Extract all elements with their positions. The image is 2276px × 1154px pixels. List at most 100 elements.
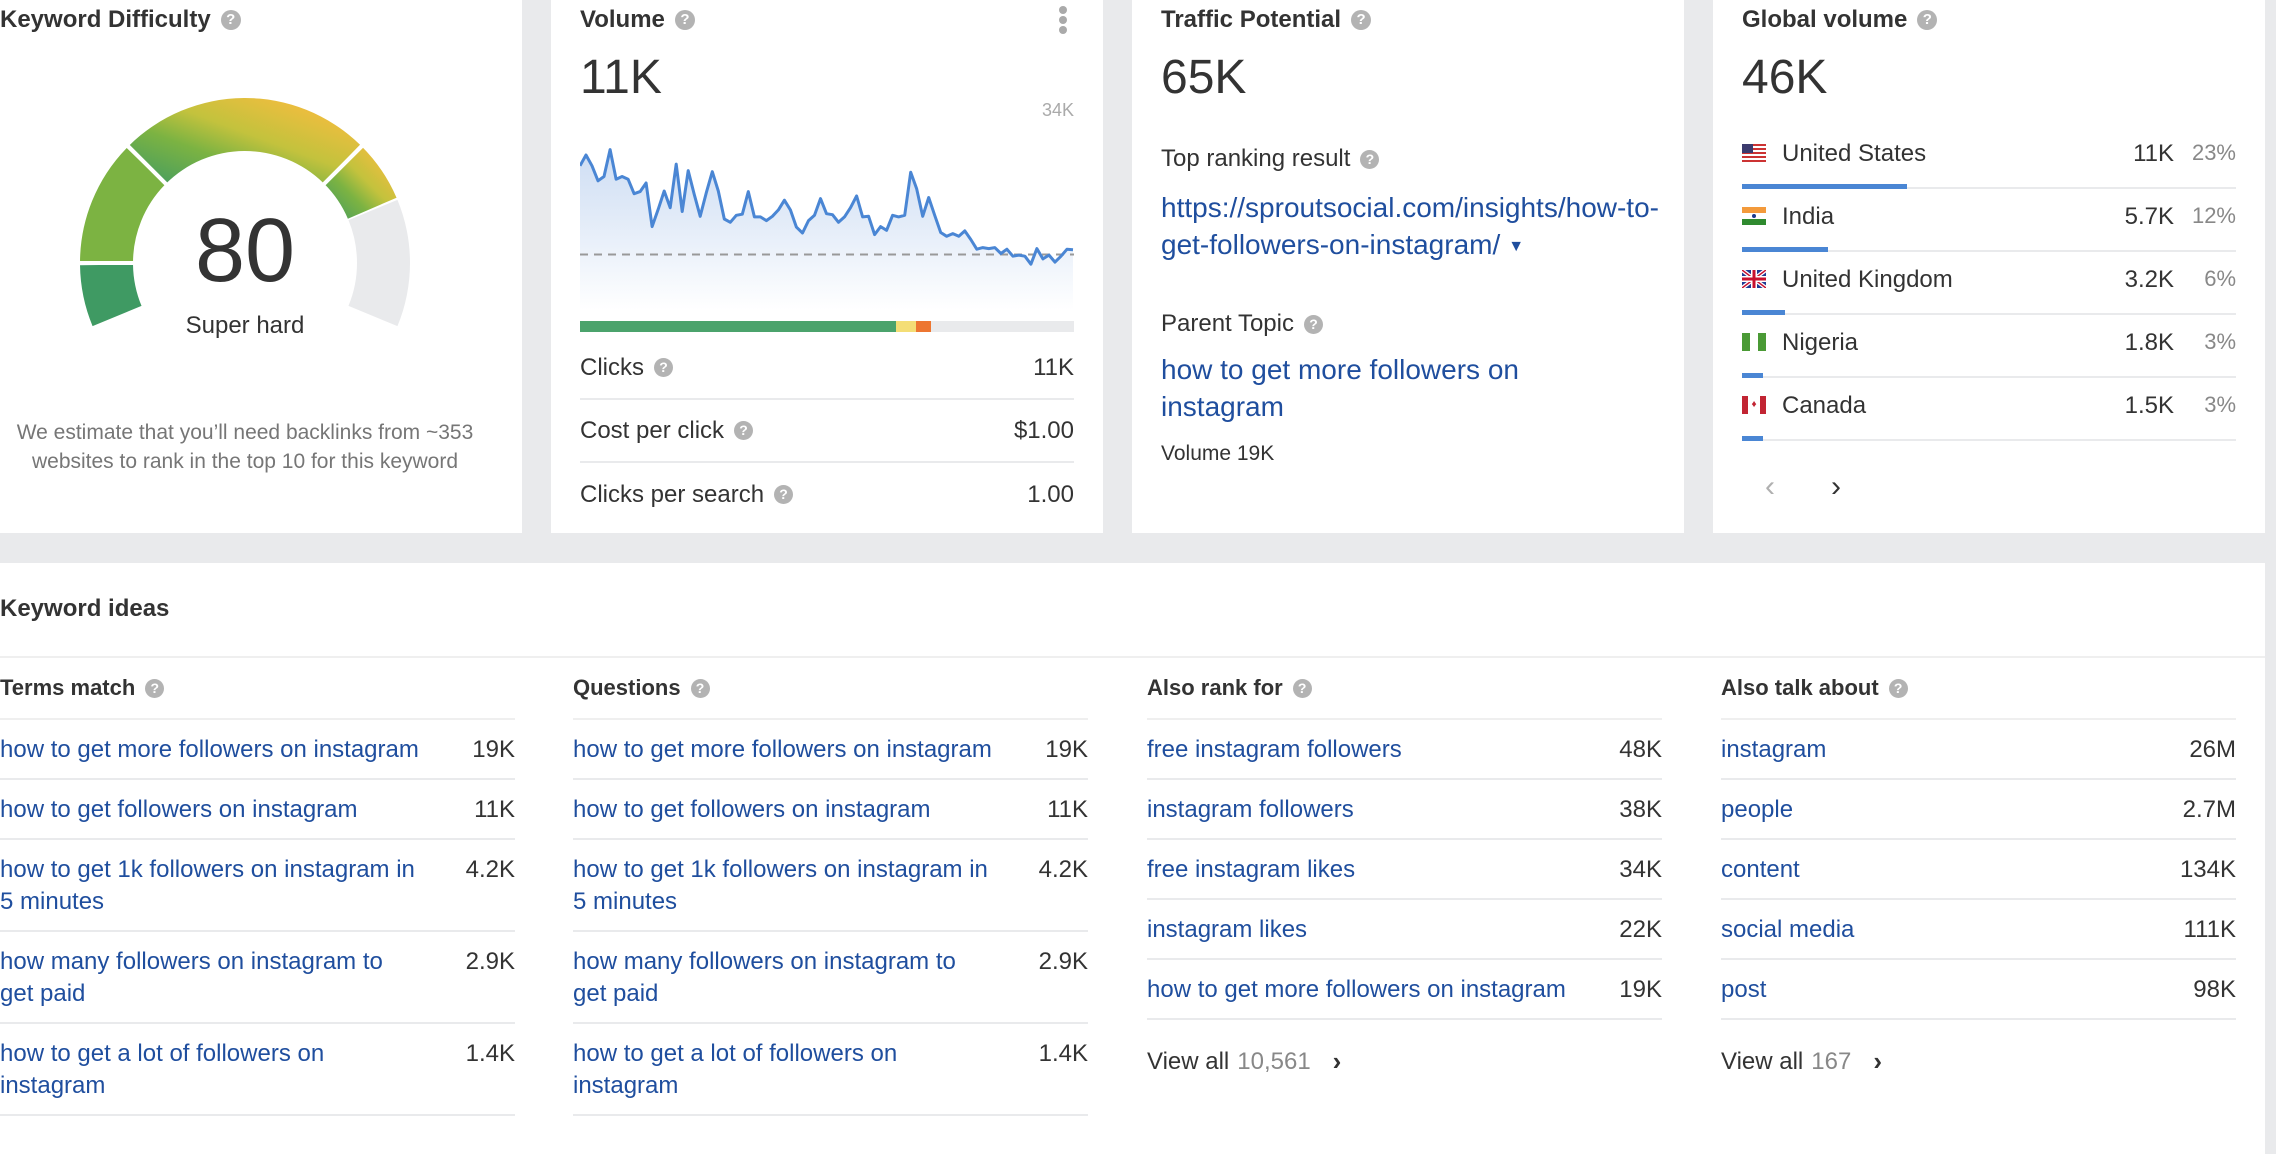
global-volume-title: Global volume ? — [1742, 6, 1938, 34]
view-all-label: View all — [1147, 1047, 1230, 1075]
keyword-link[interactable]: free instagram likes — [1147, 854, 1355, 886]
clicks-segment-other — [915, 321, 931, 332]
parent-topic-volume: Volume 19K — [1161, 442, 1275, 465]
keyword-row: how to get 1k followers on instagram in … — [573, 840, 1088, 932]
help-icon[interactable]: ? — [774, 485, 794, 504]
country-name: India — [1782, 203, 1835, 230]
keyword-link[interactable]: how to get 1k followers on instagram in … — [573, 854, 993, 918]
volume-value: 11K — [580, 51, 662, 104]
keyword-link[interactable]: how to get a lot of followers on instagr… — [0, 1038, 420, 1102]
keyword-link[interactable]: free instagram followers — [1147, 734, 1402, 766]
keyword-link[interactable]: how many followers on instagram to get p… — [0, 946, 420, 1010]
country-share: 23% — [2191, 140, 2236, 165]
country-row[interactable]: United Kingdom 3.2K 6% — [1742, 252, 2236, 315]
country-volume: 11K — [2133, 140, 2174, 167]
ideas-column-also-rank-for: Also rank for? free instagram followers 48… — [1147, 658, 1662, 1077]
traffic-potential-value: 65K — [1161, 51, 1247, 104]
keyword-link[interactable]: how to get more followers on instagram — [1147, 974, 1566, 1006]
keyword-link[interactable]: how to get more followers on instagram — [0, 734, 419, 766]
keyword-volume: 19K — [1619, 976, 1662, 1003]
more-options-icon[interactable] — [1057, 4, 1069, 36]
country-row[interactable]: India 5.7K 12% — [1742, 189, 2236, 252]
keyword-link[interactable]: how to get followers on instagram — [0, 794, 358, 826]
card-title-text: Volume — [580, 6, 665, 33]
help-icon[interactable]: ? — [734, 421, 754, 440]
keyword-volume: 4.2K — [1038, 856, 1088, 883]
chevron-right-icon[interactable]: › — [1831, 470, 1841, 504]
help-icon[interactable]: ? — [690, 678, 710, 698]
country-volume: 5.7K — [2124, 203, 2174, 230]
keyword-ideas-title: Keyword ideas — [0, 595, 170, 622]
difficulty-description: We estimate that you’ll need backlinks f… — [16, 421, 474, 473]
keyword-volume: 48K — [1619, 736, 1662, 763]
volume-card: Volume ? 11K 34K Clicks? 11K Cost per clic… — [551, 0, 1103, 533]
metric-value: 11K — [1033, 353, 1074, 381]
help-icon[interactable]: ? — [1917, 10, 1938, 30]
metric-label-text: Clicks per search — [580, 480, 765, 508]
view-all-label: View all — [1721, 1047, 1804, 1075]
country-volume: 1.8K — [2124, 329, 2174, 356]
help-icon[interactable]: ? — [1303, 314, 1323, 334]
keyword-link[interactable]: how to get more followers on instagram — [573, 734, 992, 766]
keyword-ideas-panel: Keyword ideas Terms match? how to get mor… — [0, 563, 2265, 1154]
difficulty-label: Super hard — [185, 312, 305, 339]
keyword-volume: 134K — [2179, 856, 2236, 883]
keyword-link[interactable]: how to get a lot of followers on instagr… — [573, 1038, 993, 1102]
column-heading-text: Terms match — [0, 675, 136, 700]
keyword-row: how to get 1k followers on instagram in … — [0, 840, 515, 932]
volume-title: Volume ? — [580, 6, 695, 34]
country-row[interactable]: ♦ Canada 1.5K 3% — [1742, 378, 2236, 441]
flag-gb-icon — [1742, 270, 1766, 288]
keyword-volume: 11K — [1047, 796, 1088, 823]
keyword-row: how to get followers on instagram 11K — [573, 780, 1088, 840]
column-heading-text: Also rank for — [1147, 675, 1283, 700]
help-icon[interactable]: ? — [1351, 10, 1372, 30]
keyword-row: instagram 26M — [1721, 720, 2236, 780]
view-all-button[interactable]: View all 167 › — [1721, 1046, 2236, 1077]
help-icon[interactable]: ? — [1360, 149, 1380, 169]
country-name: United States — [1782, 140, 1927, 167]
keyword-volume: 22K — [1619, 916, 1662, 943]
chevron-left-icon[interactable]: ‹ — [1765, 470, 1775, 504]
keyword-link[interactable]: instagram followers — [1147, 794, 1354, 826]
keyword-volume: 111K — [2183, 916, 2237, 943]
help-icon[interactable]: ? — [145, 678, 165, 698]
label-text: Top ranking result — [1161, 145, 1351, 172]
metric-row: Clicks? 11K — [580, 337, 1074, 400]
metric-value: 1.00 — [1027, 480, 1074, 508]
keyword-volume: 19K — [472, 736, 515, 763]
keyword-link[interactable]: people — [1721, 794, 1793, 826]
help-icon[interactable]: ? — [654, 358, 673, 377]
keyword-link[interactable]: content — [1721, 854, 1800, 886]
view-all-count: 167 — [1811, 1047, 1852, 1075]
country-row[interactable]: United States 11K 23% — [1742, 126, 2236, 189]
help-icon[interactable]: ? — [220, 10, 241, 30]
keyword-volume: 1.4K — [1038, 1040, 1088, 1067]
view-all-button[interactable]: View all 10,561 › — [1147, 1046, 1662, 1077]
help-icon[interactable]: ? — [674, 10, 695, 30]
keyword-link[interactable]: how to get 1k followers on instagram in … — [0, 854, 420, 918]
keyword-link[interactable]: social media — [1721, 914, 1854, 946]
help-icon[interactable]: ? — [1292, 678, 1312, 698]
keyword-row: how to get a lot of followers on instagr… — [573, 1024, 1088, 1116]
keyword-link[interactable]: instagram — [1721, 734, 1826, 766]
keyword-row: content 134K — [1721, 840, 2236, 900]
keyword-difficulty-card: Keyword Difficulty ? 80 Super hard We es… — [0, 0, 522, 533]
ideas-column-questions: Questions? how to get more followers on i… — [573, 658, 1088, 1116]
keyword-link[interactable]: instagram likes — [1147, 914, 1307, 946]
ideas-column-also-talk-about: Also talk about? instagram 26M people 2.7M co… — [1721, 658, 2236, 1077]
column-heading-text: Also talk about — [1721, 675, 1879, 700]
keyword-link[interactable]: post — [1721, 974, 1766, 1006]
keyword-link[interactable]: how to get followers on instagram — [573, 794, 931, 826]
parent-topic-label: Parent Topic ? — [1161, 310, 1323, 338]
caret-down-icon[interactable]: ▼ — [1508, 238, 1524, 255]
country-volume: 1.5K — [2124, 392, 2174, 419]
keyword-link[interactable]: how many followers on instagram to get p… — [573, 946, 993, 1010]
country-share-bar — [1742, 436, 1763, 441]
traffic-potential-card: Traffic Potential ? 65K Top ranking resu… — [1132, 0, 1684, 533]
country-row[interactable]: Nigeria 1.8K 3% — [1742, 315, 2236, 378]
help-icon[interactable]: ? — [1888, 678, 1908, 698]
parent-topic-link[interactable]: how to get more followers on instagram — [1161, 351, 1601, 425]
top-ranking-url-link[interactable]: https://sproutsocial.com/insights/how-to… — [1161, 192, 1659, 260]
keyword-row: how many followers on instagram to get p… — [0, 932, 515, 1024]
